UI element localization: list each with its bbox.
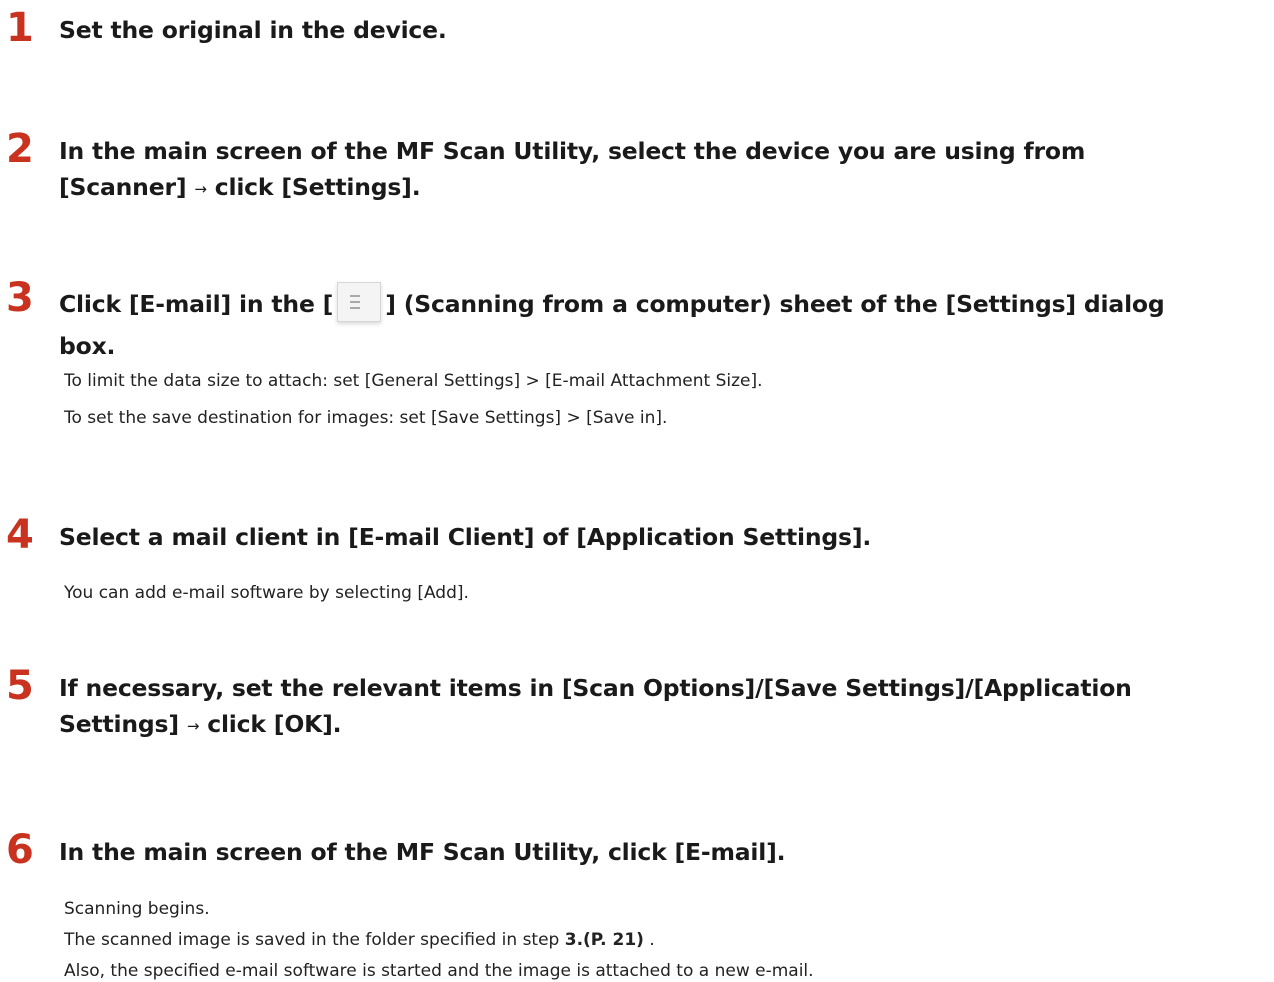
step-title-text: Settings]	[59, 710, 179, 738]
step-3-description: To limit the data size to attach: set [G…	[64, 371, 763, 391]
step-4-description: You can add e-mail software by selecting…	[64, 583, 469, 603]
step-title: In the main screen of the MF Scan Utilit…	[59, 133, 1085, 208]
step-title: In the main screen of the MF Scan Utilit…	[59, 838, 786, 866]
description-text: The scanned image is saved in the folder…	[64, 930, 565, 950]
step-title-text: [Scanner]	[59, 173, 187, 201]
step-title: Click [E-mail] in the [ ] (Scanning from …	[59, 282, 1165, 322]
step-title-text: click [Settings].	[214, 173, 421, 201]
computer-scan-sheet-icon	[337, 282, 382, 322]
step-title: If necessary, set the relevant items in …	[59, 670, 1132, 745]
step-title-line: If necessary, set the relevant items in …	[59, 674, 1132, 702]
description-text: .	[643, 930, 655, 950]
step-title-text: ] (Scanning from a computer) sheet of th…	[385, 290, 1165, 318]
step-title: Select a mail client in [E-mail Client] …	[59, 523, 872, 551]
step-number: 3	[6, 275, 34, 321]
step-number: 6	[6, 827, 34, 873]
step-title-line: In the main screen of the MF Scan Utilit…	[59, 137, 1086, 165]
step-number: 2	[6, 126, 34, 172]
step-number: 5	[6, 663, 34, 709]
step-3-description: To set the save destination for images: …	[64, 408, 668, 428]
step-title: Set the original in the device.	[59, 16, 447, 44]
arrow-icon: →	[186, 717, 200, 735]
arrow-icon: →	[194, 180, 207, 198]
step-number: 4	[6, 512, 34, 558]
step-6-description: Scanning begins.	[64, 899, 210, 919]
step-6-description: The scanned image is saved in the folder…	[64, 929, 655, 951]
page-reference-link[interactable]: 3.(P. 21)	[565, 930, 644, 950]
step-number: 1	[6, 5, 34, 51]
step-title-text: Click [E-mail] in the [	[59, 290, 334, 318]
step-title-text: click [OK].	[207, 710, 342, 738]
step-title-continuation: box.	[59, 332, 116, 360]
